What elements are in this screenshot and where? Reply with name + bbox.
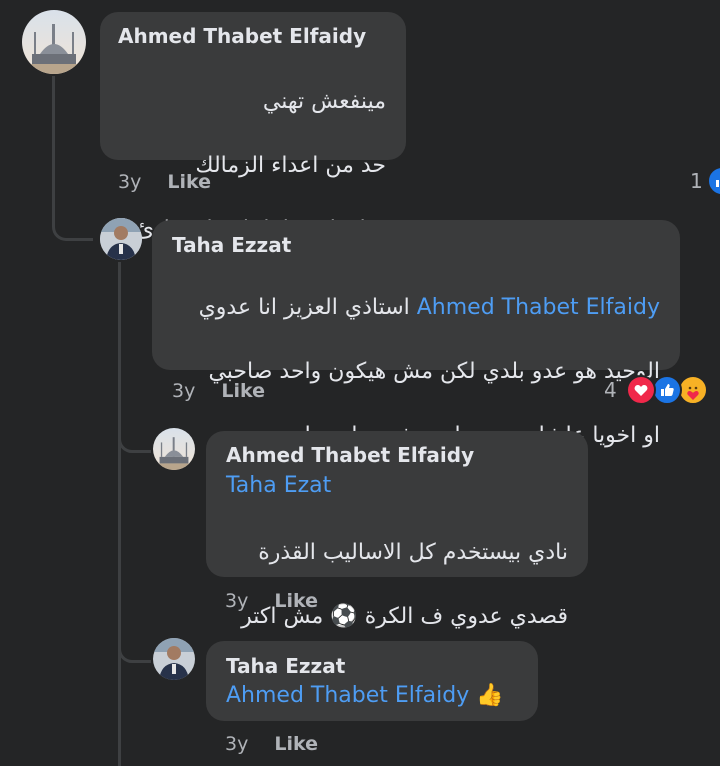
mention-link[interactable]: Ahmed Thabet Elfaidy: [417, 295, 660, 320]
mention-link[interactable]: Taha Ezat: [226, 473, 331, 498]
comment-line-text: استاذي العزيز انا عدوي: [198, 295, 417, 320]
comment-author[interactable]: Ahmed Thabet Elfaidy: [118, 24, 366, 48]
avatar[interactable]: [153, 638, 195, 680]
reaction-count[interactable]: 4: [604, 378, 617, 402]
love-icon[interactable]: [626, 375, 656, 405]
comment-line: مينفعش تهني: [262, 89, 386, 114]
reaction-count[interactable]: 1: [690, 169, 703, 193]
thumbs-up-emoji: 👍: [476, 683, 504, 708]
thread-curve-reply-2: [118, 408, 151, 453]
comment-meta: 3y Like: [118, 171, 211, 193]
like-button[interactable]: Like: [167, 171, 211, 193]
comment-meta: 3y Like: [225, 733, 318, 755]
comment-meta: 3y Like: [225, 590, 318, 612]
comment-bubble[interactable]: Ahmed Thabet Elfaidy مينفعش تهني حد من ا…: [100, 12, 406, 242]
avatar[interactable]: [100, 218, 142, 260]
comment-line: Ahmed Thabet Elfaidy استاذي العزيز انا ع…: [150, 292, 660, 324]
comment-body: Ahmed Thabet Elfaidy 👍: [226, 683, 504, 708]
comment-meta: 3y Like: [172, 380, 265, 402]
mosque-avatar-icon: [22, 10, 86, 74]
timestamp[interactable]: 3y: [225, 733, 248, 755]
timestamp[interactable]: 3y: [225, 590, 248, 612]
comment-bubble[interactable]: Taha Ezzat Ahmed Thabet Elfaidy استاذي ا…: [150, 220, 680, 448]
comment-bubble[interactable]: Ahmed Thabet Elfaidy Taha Ezat نادي بيست…: [206, 431, 588, 629]
like-button[interactable]: Like: [221, 380, 265, 402]
comment-author[interactable]: Taha Ezzat: [226, 654, 345, 678]
avatar[interactable]: [153, 428, 195, 470]
mosque-avatar-icon: [153, 428, 195, 470]
care-icon[interactable]: [678, 375, 708, 405]
like-button[interactable]: Like: [274, 590, 318, 612]
person-avatar-icon: [153, 638, 195, 680]
like-icon[interactable]: [707, 166, 720, 196]
like-icon[interactable]: [652, 375, 682, 405]
comment-author[interactable]: Taha Ezzat: [172, 233, 291, 257]
person-avatar-icon: [100, 218, 142, 260]
mention-link[interactable]: Ahmed Thabet Elfaidy: [226, 683, 469, 708]
avatar[interactable]: [22, 10, 86, 74]
thread-curve-reply-1: [52, 196, 93, 241]
thread-line-main: [52, 76, 55, 206]
timestamp[interactable]: 3y: [118, 171, 141, 193]
like-button[interactable]: Like: [274, 733, 318, 755]
comment-line: نادي بيستخدم كل الاساليب القذرة: [258, 540, 568, 565]
comment-author[interactable]: Ahmed Thabet Elfaidy: [226, 443, 474, 467]
comment-bubble[interactable]: Taha Ezzat Ahmed Thabet Elfaidy 👍: [206, 641, 538, 721]
thread-curve-reply-3: [118, 620, 151, 663]
thread-line-replies: [118, 262, 121, 766]
timestamp[interactable]: 3y: [172, 380, 195, 402]
